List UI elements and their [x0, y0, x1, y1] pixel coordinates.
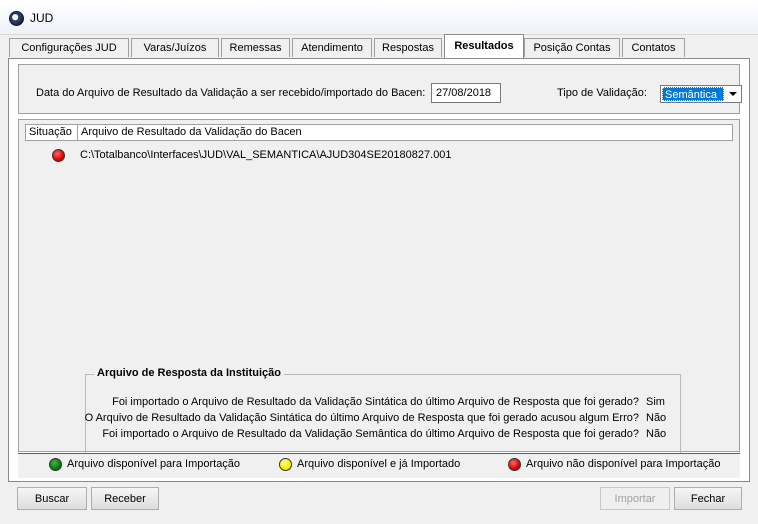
tab-varas-juizos[interactable]: Varas/Juízos: [131, 38, 219, 57]
question-row: Foi importado o Arquivo de Resultado da …: [86, 396, 666, 410]
status-yellow-icon: [279, 458, 292, 471]
tab-posicao-contas[interactable]: Posição Contas: [524, 38, 620, 57]
question-text: Foi importado o Arquivo de Resultado da …: [102, 428, 639, 440]
status-red-icon: [52, 149, 65, 162]
chevron-down-icon: [728, 92, 737, 96]
group-title: Arquivo de Resposta da Instituição: [94, 367, 284, 379]
results-panel: Situação Arquivo de Resultado da Validaç…: [18, 119, 740, 466]
fechar-button[interactable]: Fechar: [674, 487, 742, 510]
date-input[interactable]: 27/08/2018: [431, 83, 501, 103]
tab-respostas[interactable]: Respostas: [374, 38, 442, 57]
validation-type-label: Tipo de Validação:: [557, 87, 647, 99]
answer-text: Não: [646, 428, 667, 440]
table-row[interactable]: C:\Totalbanco\Interfaces\JUD\VAL_SEMANTI…: [25, 147, 733, 165]
tab-remessas[interactable]: Remessas: [221, 38, 290, 57]
legend-label: Arquivo disponível para Importação: [67, 458, 241, 470]
status-legend: Arquivo disponível para Importação Arqui…: [18, 453, 740, 478]
dropdown-button[interactable]: [725, 87, 740, 101]
window-title: JUD: [30, 11, 54, 25]
legend-label: Arquivo disponível e já Importado: [297, 458, 461, 470]
question-row: Foi importado o Arquivo de Resultado da …: [86, 428, 666, 442]
tab-atendimento[interactable]: Atendimento: [292, 38, 372, 57]
validation-type-value: Semântica: [662, 87, 724, 101]
legend-label: Arquivo não disponível para Importação: [526, 458, 721, 470]
tab-resultados[interactable]: Resultados: [444, 34, 524, 58]
question-text: Foi importado o Arquivo de Resultado da …: [112, 396, 639, 408]
tab-content-resultados: Data do Arquivo de Resultado da Validaçã…: [8, 58, 750, 482]
status-green-icon: [49, 458, 62, 471]
date-label: Data do Arquivo de Resultado da Validaçã…: [36, 87, 426, 99]
grid-header: Situação Arquivo de Resultado da Validaç…: [25, 124, 733, 141]
tab-configuracoes-jud[interactable]: Configurações JUD: [9, 38, 129, 57]
file-path: C:\Totalbanco\Interfaces\JUD\VAL_SEMANTI…: [80, 149, 452, 161]
column-header-arquivo[interactable]: Arquivo de Resultado da Validação do Bac…: [78, 125, 732, 140]
answer-text: Não: [646, 412, 667, 424]
question-row: O Arquivo de Resultado da Validação Sint…: [84, 412, 667, 426]
question-text: O Arquivo de Resultado da Validação Sint…: [84, 412, 639, 424]
receber-button[interactable]: Receber: [91, 487, 159, 510]
tab-strip: Configurações JUD Varas/Juízos Remessas …: [0, 34, 758, 59]
filter-panel: Data do Arquivo de Resultado da Validaçã…: [18, 64, 742, 114]
title-bar: JUD: [0, 0, 758, 35]
validation-type-select[interactable]: Semântica: [660, 85, 742, 103]
column-header-situacao[interactable]: Situação: [26, 125, 78, 140]
status-red-icon: [508, 458, 521, 471]
tab-contatos[interactable]: Contatos: [622, 38, 685, 57]
buscar-button[interactable]: Buscar: [17, 487, 87, 510]
importar-button[interactable]: Importar: [600, 487, 670, 510]
app-icon: [9, 11, 24, 26]
answer-text: Sim: [646, 396, 665, 408]
